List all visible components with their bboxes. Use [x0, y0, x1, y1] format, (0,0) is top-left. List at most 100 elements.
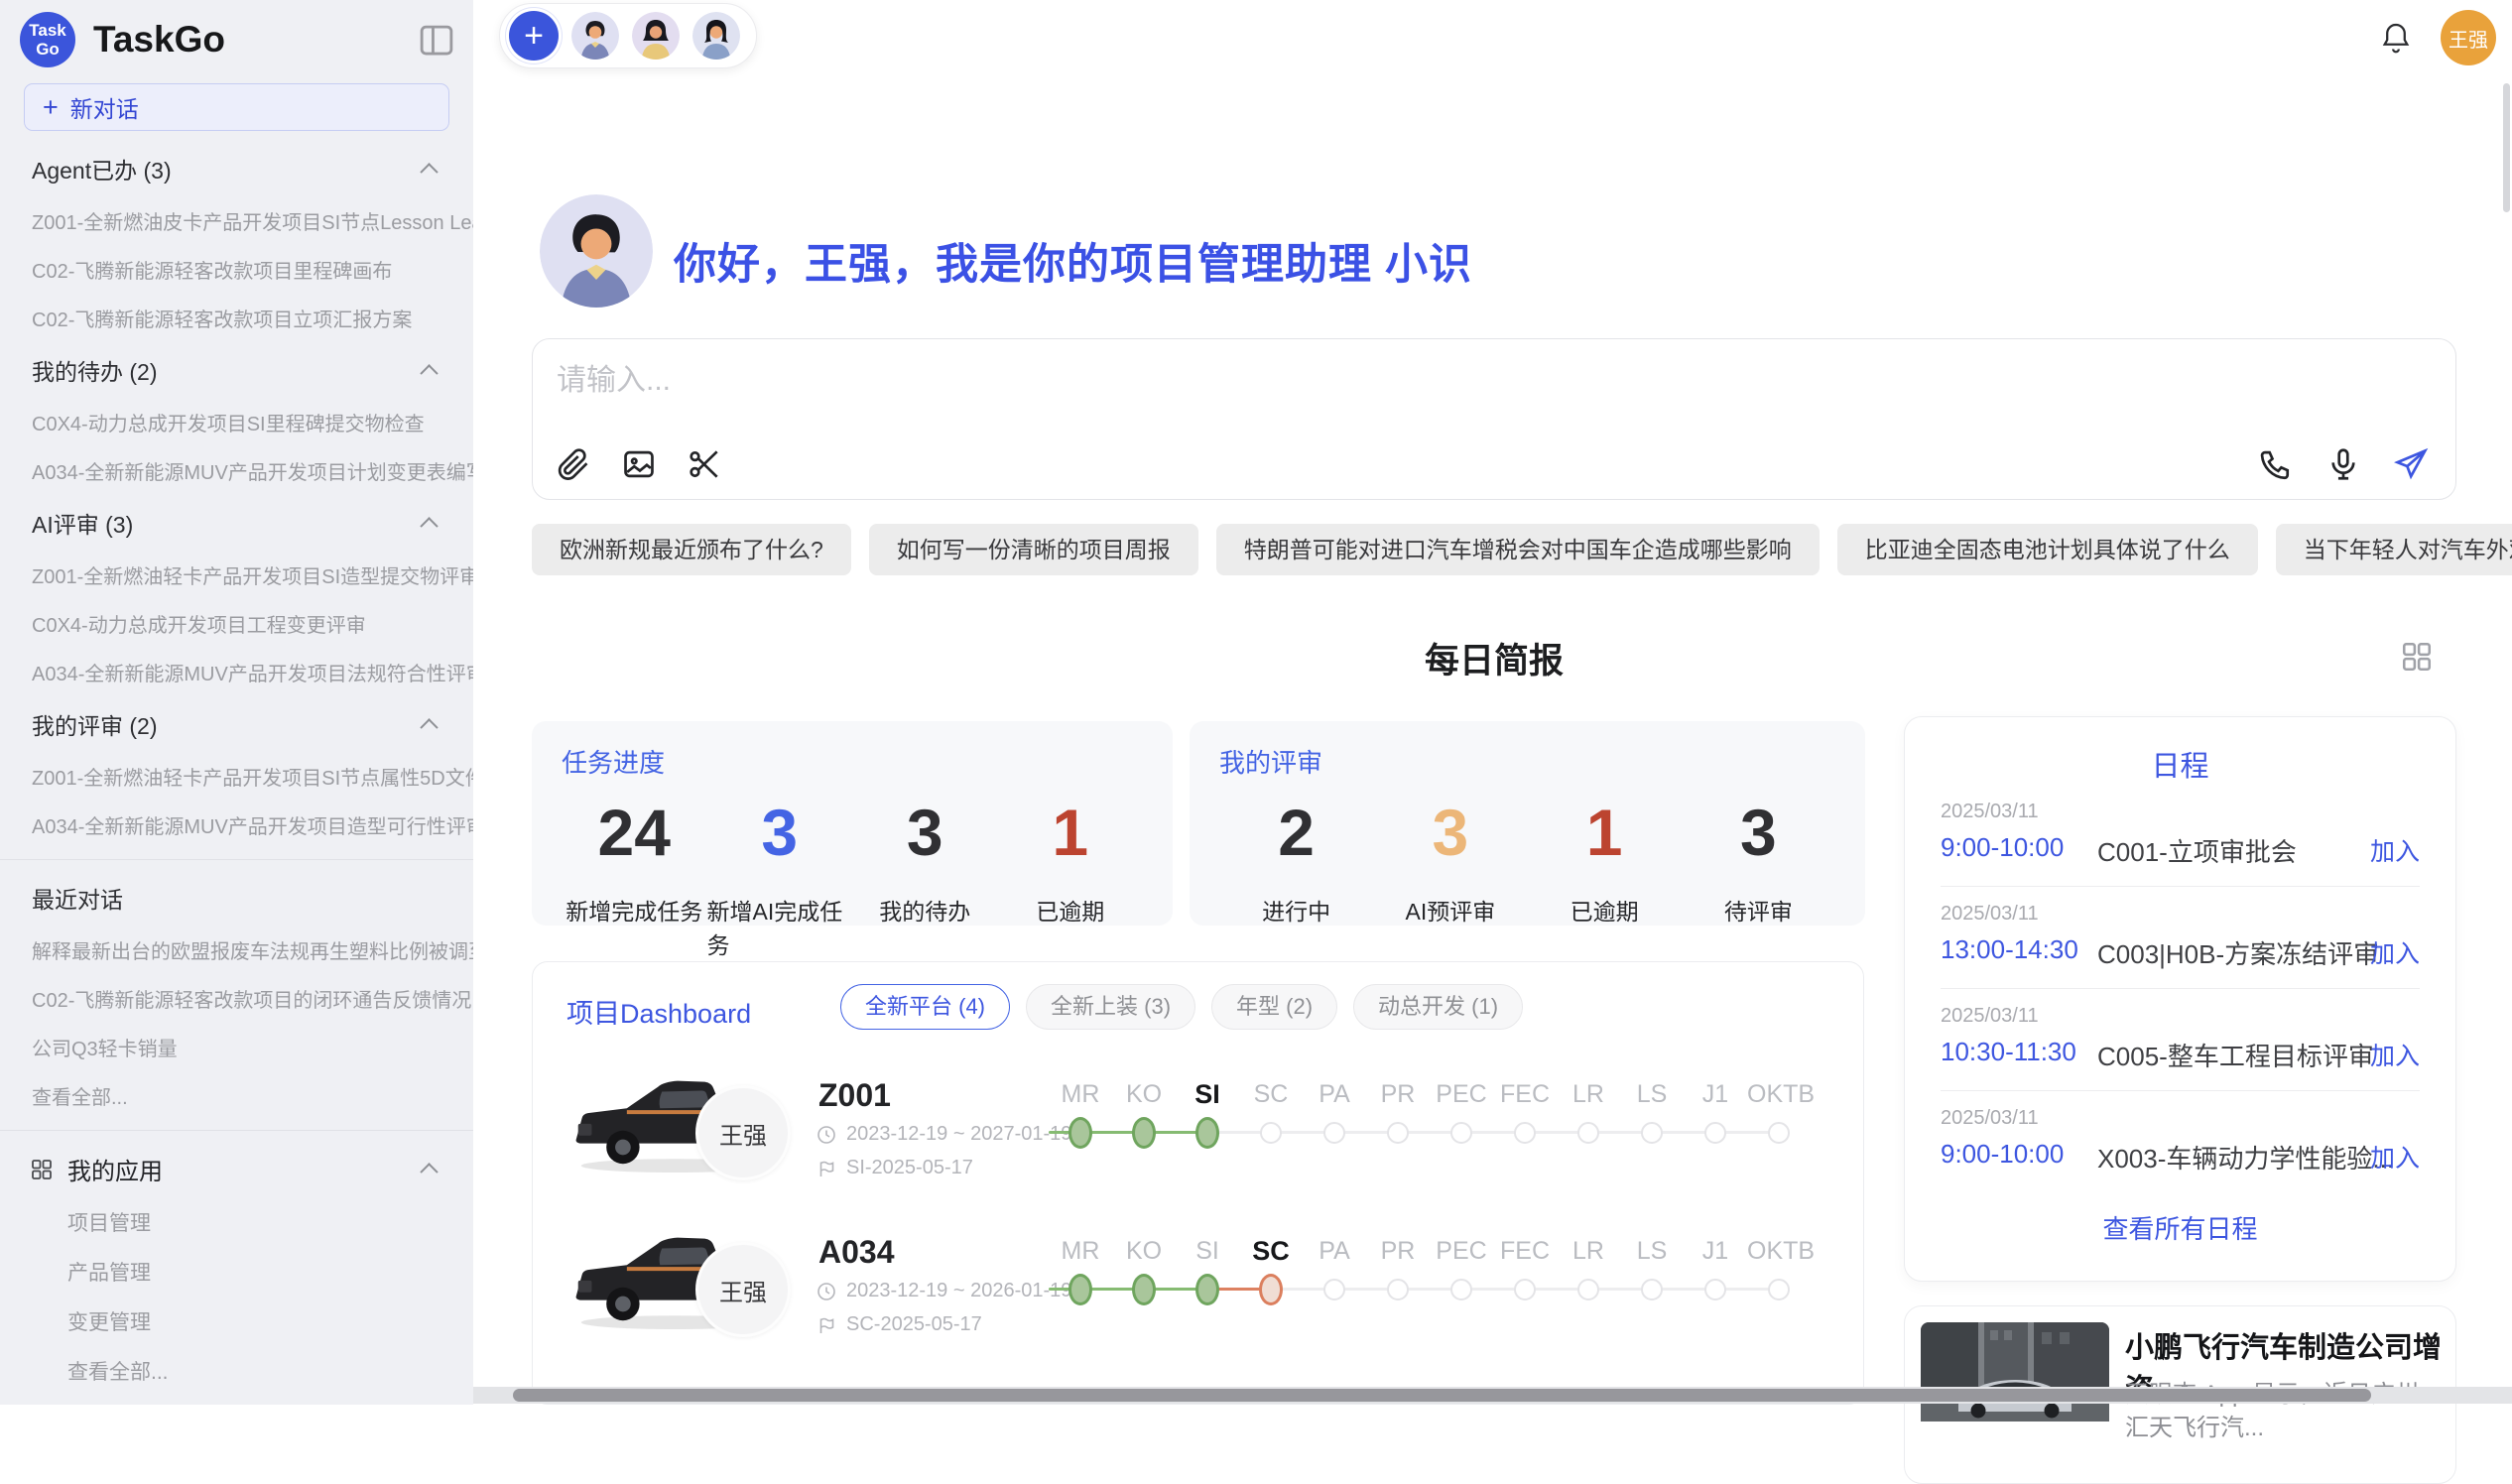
app-subitem[interactable]: 变更管理 — [0, 1297, 473, 1346]
agent-avatar-1[interactable] — [571, 12, 619, 60]
dashboard-tab[interactable]: 年型 (2) — [1211, 984, 1337, 1030]
layout-grid-icon[interactable] — [2400, 640, 2434, 674]
event-join-link[interactable]: 加入 — [2370, 1037, 2420, 1072]
new-chat-button[interactable]: + 新对话 — [24, 83, 449, 131]
sidebar-section-header[interactable]: 我的评审 (2) — [0, 696, 473, 752]
suggestion-chip[interactable]: 当下年轻人对汽车外观有怎样的喜好趋势 — [2276, 524, 2512, 575]
event-join-link[interactable]: 加入 — [2370, 1139, 2420, 1175]
scissors-icon[interactable] — [686, 445, 723, 483]
sidebar-item[interactable]: Z001-全新燃油皮卡产品开发项目SI节点Lesson Learn报告 — [0, 196, 473, 245]
milestone-label: LS — [1620, 1079, 1684, 1109]
sidebar-item[interactable]: C0X4-动力总成开发项目工程变更评审 — [0, 599, 473, 648]
project-row[interactable]: 王强A0342023-12-19 ~ 2026-01-19SC-2025-05-… — [533, 1208, 1864, 1359]
sidebar-item[interactable]: A034-全新新能源MUV产品开发项目计划变更表编写 — [0, 446, 473, 495]
milestone-label: PEC — [1430, 1236, 1493, 1266]
image-icon[interactable] — [620, 445, 658, 483]
chevron-up-icon — [420, 163, 438, 181]
event-time: 9:00-10:00 — [1941, 1139, 2064, 1170]
milestone-node — [1430, 1115, 1493, 1151]
milestone-labels: MRKOSISCPAPRPECFECLRLSJ1OKTB — [1049, 1079, 1811, 1109]
app-subitem[interactable]: 产品管理 — [0, 1247, 473, 1297]
milestone-label: KO — [1112, 1236, 1176, 1266]
milestone-node — [1366, 1272, 1430, 1307]
sidebar-item[interactable]: C02-飞腾新能源轻客改款项目立项汇报方案 — [0, 294, 473, 342]
user-avatar[interactable]: 王强 — [2441, 10, 2496, 65]
recent-item[interactable]: 解释最新出台的欧盟报废车法规再生塑料比例被调至15%... — [0, 926, 473, 974]
sidebar-item[interactable]: C0X4-动力总成开发项目SI里程碑提交物检查 — [0, 398, 473, 446]
milestone-dot — [1132, 1274, 1156, 1305]
sidebar-item[interactable]: A034-全新新能源MUV产品开发项目造型可行性评审 — [0, 801, 473, 849]
sidebar-section-header[interactable]: AI评审 (3) — [0, 495, 473, 551]
sidebar-section-header[interactable]: Agent已办 (3) — [0, 141, 473, 196]
milestone-dots — [1049, 1115, 1811, 1151]
schedule-title: 日程 — [1905, 743, 2455, 785]
sidebar-item-my-apps[interactable]: 我的应用 — [0, 1141, 473, 1197]
event-time: 9:00-10:00 — [1941, 832, 2064, 863]
project-milestone-date: SI-2025-05-17 — [816, 1157, 973, 1179]
my-apps-label: 我的应用 — [67, 1152, 423, 1186]
project-owner-badge: 王强 — [695, 1085, 791, 1180]
milestone-label: PR — [1366, 1236, 1430, 1266]
milestone-dot — [1704, 1279, 1726, 1300]
sidebar-item[interactable]: C02-飞腾新能源轻客改款项目里程碑画布 — [0, 245, 473, 294]
my-review-metrics: 2进行中3AI预评审1已逾期3待评审 — [1219, 794, 1835, 927]
milestone-dot — [1068, 1117, 1092, 1149]
stat-label: 新增完成任务 — [565, 893, 702, 927]
new-conversation-button[interactable]: + — [509, 11, 559, 61]
stat-metric: 24新增完成任务 — [562, 794, 707, 960]
sidebar-item-cloud-space[interactable]: 我的云空间 — [0, 1396, 473, 1405]
milestone-node — [1239, 1272, 1303, 1307]
conversation-switcher: + — [499, 3, 757, 68]
divider — [0, 859, 473, 860]
sidebar-item[interactable]: Z001-全新燃油轻卡产品开发项目SI节点属性5D文件评审 — [0, 752, 473, 801]
sidebar-item[interactable]: A034-全新新能源MUV产品开发项目法规符合性评审 — [0, 648, 473, 696]
milestone-label: J1 — [1684, 1236, 1747, 1266]
suggestion-chip[interactable]: 如何写一份清晰的项目周报 — [869, 524, 1198, 575]
event-join-link[interactable]: 加入 — [2370, 934, 2420, 970]
milestone-node — [1049, 1272, 1112, 1307]
sidebar-section: 我的待办 (2)C0X4-动力总成开发项目SI里程碑提交物检查A034-全新新能… — [0, 342, 473, 495]
milestone-label: PA — [1303, 1079, 1366, 1109]
view-all-schedule-link[interactable]: 查看所有日程 — [1905, 1209, 2455, 1246]
dashboard-tab[interactable]: 动总开发 (1) — [1353, 984, 1523, 1030]
send-icon[interactable] — [2392, 445, 2430, 483]
vertical-scrollbar-thumb[interactable] — [2503, 83, 2510, 212]
project-row[interactable]: 王强Z0012023-12-19 ~ 2027-01-19SI-2025-05-… — [533, 1051, 1864, 1202]
milestone-dot — [1323, 1122, 1345, 1144]
agent-avatar-3[interactable] — [692, 12, 740, 60]
stat-value: 3 — [1740, 794, 1777, 871]
dashboard-filter-tabs: 全新平台 (4) 全新上装 (3) 年型 (2) 动总开发 (1) — [840, 984, 1523, 1030]
recent-item[interactable]: 公司Q3轻卡销量 — [0, 1023, 473, 1071]
milestone-node — [1049, 1115, 1112, 1151]
milestone-node — [1684, 1115, 1747, 1151]
attachment-icon[interactable] — [555, 445, 592, 483]
notification-bell-icon[interactable] — [2379, 20, 2413, 56]
milestone-dot — [1577, 1279, 1599, 1300]
my-apps-block: 我的应用 项目管理产品管理变更管理查看全部... 我的云空间 我的收藏 — [0, 1141, 473, 1405]
phone-icon[interactable] — [2257, 445, 2295, 483]
app-logo: Task Go — [20, 12, 75, 67]
suggestion-chip[interactable]: 欧洲新规最近颁布了什么? — [532, 524, 851, 575]
chat-input[interactable] — [557, 359, 2144, 403]
horizontal-scrollbar-thumb[interactable] — [513, 1389, 2371, 1402]
sidebar-collapse-icon[interactable] — [420, 25, 453, 55]
microphone-icon[interactable] — [2324, 445, 2362, 483]
event-join-link[interactable]: 加入 — [2370, 832, 2420, 868]
agent-avatar-2[interactable] — [632, 12, 680, 60]
recent-item[interactable]: 查看全部... — [0, 1071, 473, 1120]
suggestion-chip[interactable]: 比亚迪全固态电池计划具体说了什么 — [1837, 524, 2258, 575]
stat-metric: 1已逾期 — [1528, 794, 1682, 927]
project-dashboard-title: 项目Dashboard — [566, 992, 751, 1031]
milestone-dot — [1387, 1122, 1409, 1144]
dashboard-tab[interactable]: 全新平台 (4) — [840, 984, 1010, 1030]
dashboard-tab[interactable]: 全新上装 (3) — [1026, 984, 1195, 1030]
sidebar-section-header[interactable]: 我的待办 (2) — [0, 342, 473, 398]
app-subitem[interactable]: 项目管理 — [0, 1197, 473, 1247]
event-date: 2025/03/11 — [1941, 801, 2039, 823]
recent-title: 最近对话 — [32, 881, 440, 915]
suggestion-chip[interactable]: 特朗普可能对进口汽车增税会对中国车企造成哪些影响 — [1216, 524, 1820, 575]
chevron-up-icon — [420, 718, 438, 736]
recent-item[interactable]: C02-飞腾新能源轻客改款项目的闭环通告反馈情况 — [0, 974, 473, 1023]
sidebar-item[interactable]: Z001-全新燃油轻卡产品开发项目SI造型提交物评审 — [0, 551, 473, 599]
app-subitem[interactable]: 查看全部... — [0, 1346, 473, 1396]
